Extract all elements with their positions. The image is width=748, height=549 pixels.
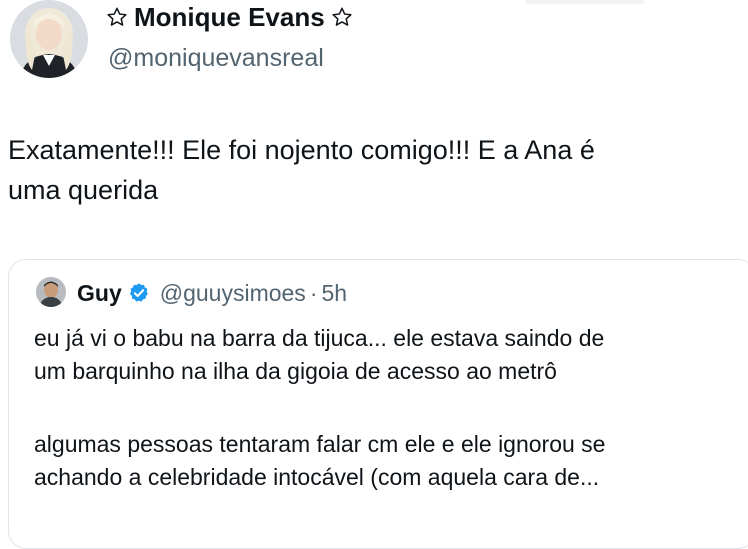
separator-dot: · <box>309 280 318 306</box>
avatar-image <box>10 0 88 78</box>
author-avatar[interactable] <box>10 0 88 78</box>
author-name-row[interactable]: Monique Evans <box>106 2 353 32</box>
quoted-timestamp[interactable]: 5h <box>321 278 347 308</box>
quoted-author-handle: @guuysimoes <box>159 280 306 306</box>
author-handle[interactable]: @moniquevansreal <box>108 43 324 73</box>
quoted-author-row[interactable]: Guy @guuysimoes · 5h <box>77 278 347 308</box>
quoted-author-name: Guy <box>77 280 122 306</box>
star-outline-icon <box>332 7 352 26</box>
quoted-text-line: um barquinho na ilha da gigoia de acesso… <box>34 358 557 384</box>
quoted-text-line: algumas pessoas tentaram falar cm ele e … <box>34 431 606 457</box>
verified-badge-icon <box>129 283 148 302</box>
quoted-avatar-image <box>36 277 66 307</box>
quoted-text-line: eu já vi o babu na barra da tijuca... el… <box>34 325 605 351</box>
quoted-author-avatar[interactable] <box>36 277 66 307</box>
author-name: Monique Evans <box>134 2 325 32</box>
tweet-body: Exatamente!!! Ele foi nojento comigo!!! … <box>8 130 708 210</box>
tweet-header: Monique Evans @moniquevansreal <box>10 0 730 80</box>
star-outline-icon <box>107 7 127 26</box>
tweet-text-line: Exatamente!!! Ele foi nojento comigo!!! … <box>8 135 595 165</box>
tweet-text-line: uma querida <box>8 175 159 205</box>
quoted-tweet-body: eu já vi o babu na barra da tijuca... el… <box>34 322 734 494</box>
quoted-text-line: achando a celebridade intocável (com aqu… <box>34 464 600 490</box>
